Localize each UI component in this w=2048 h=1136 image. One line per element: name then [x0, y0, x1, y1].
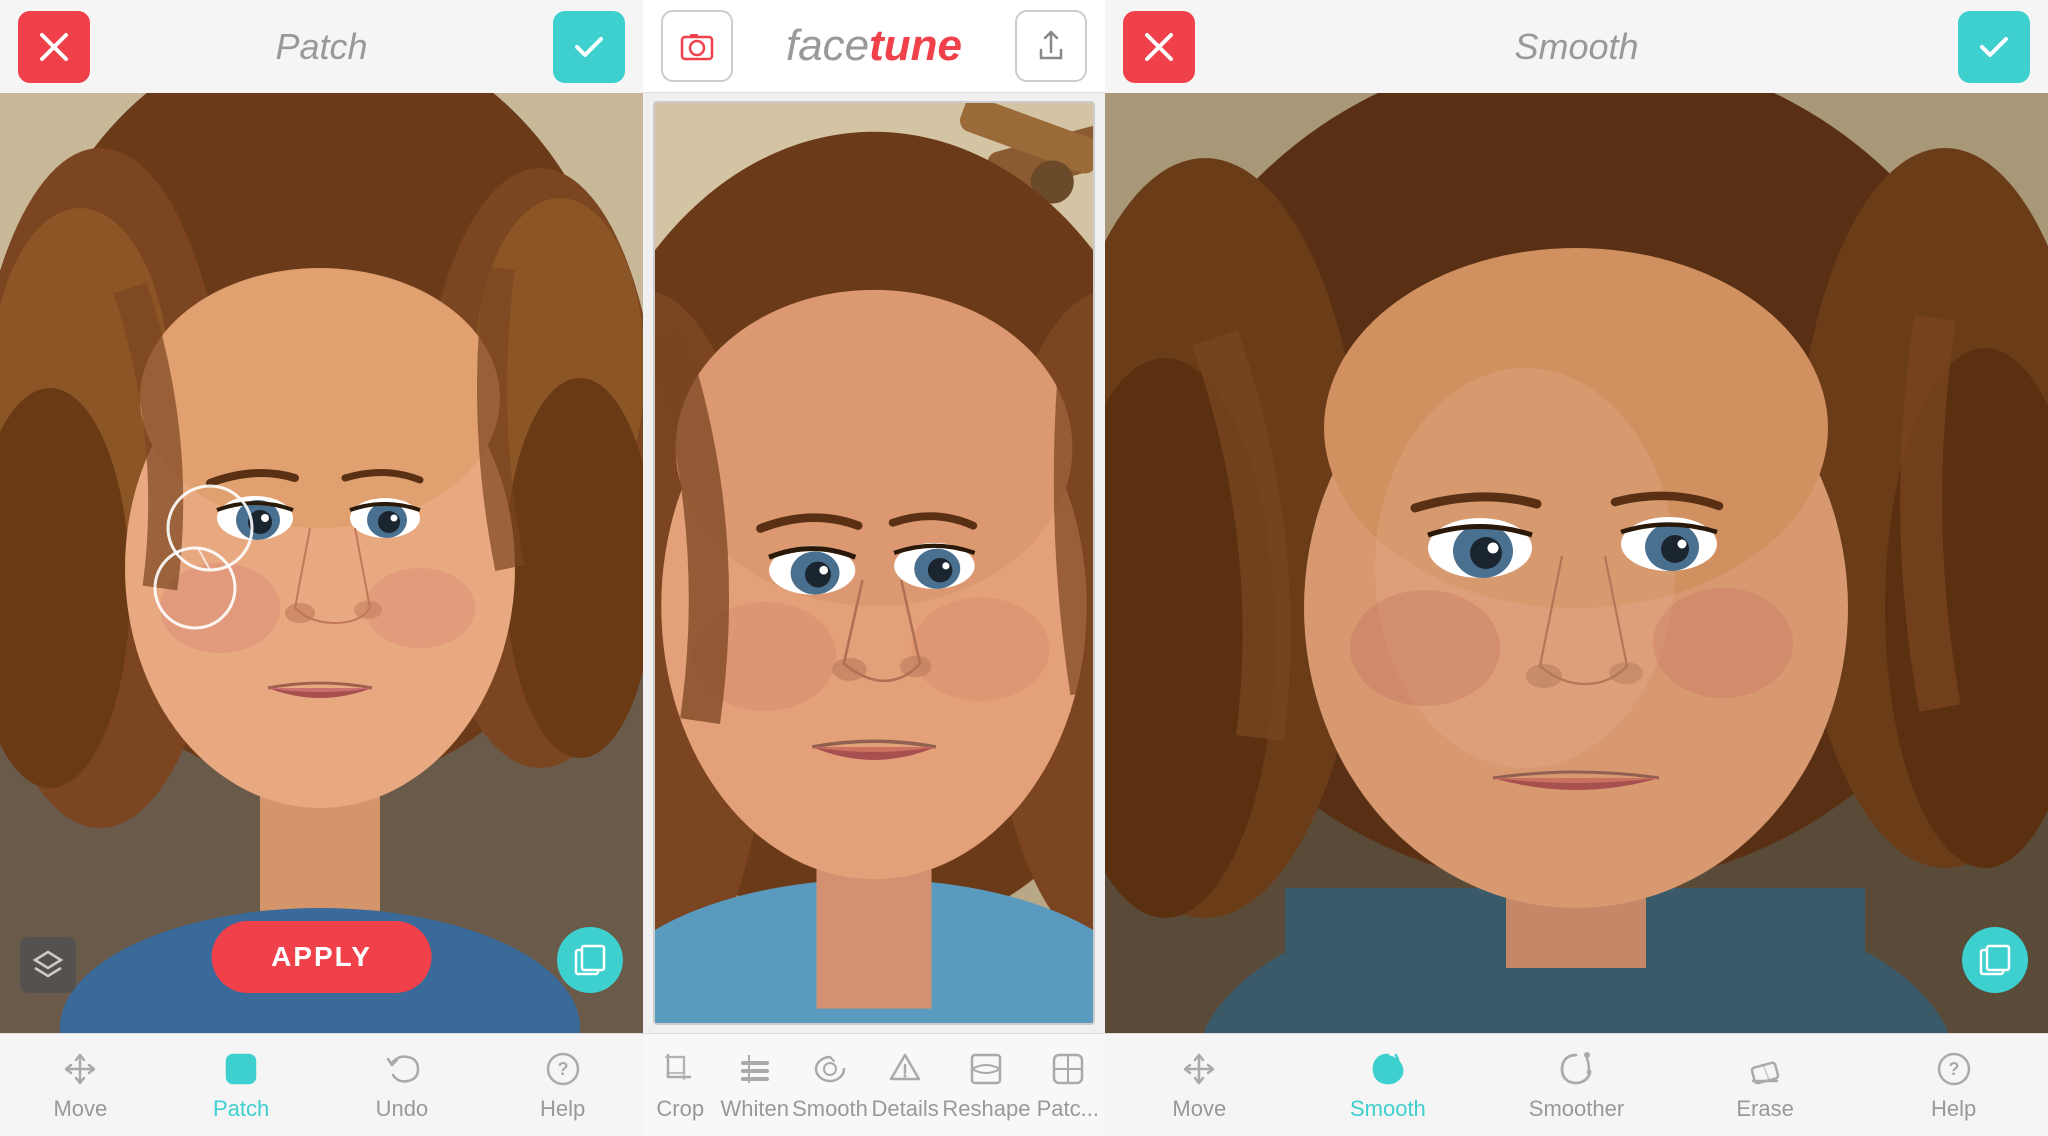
toolbar-left: Move Patch Undo — [0, 1033, 643, 1136]
move-icon — [59, 1048, 101, 1090]
logo-tune: tune — [869, 21, 962, 71]
confirm-button-left[interactable] — [553, 11, 625, 83]
tool-details-mid[interactable]: Details — [868, 1034, 943, 1136]
whiten-icon — [734, 1048, 776, 1090]
patch-icon — [220, 1048, 262, 1090]
crop-icon — [659, 1048, 701, 1090]
tool-label-patch-left: Patch — [213, 1096, 269, 1122]
tool-label-patch-mid: Patc... — [1037, 1096, 1099, 1122]
panel-mid: facetune — [643, 0, 1105, 1136]
tool-smooth-mid[interactable]: Smooth — [792, 1034, 868, 1136]
smoother-icon — [1555, 1048, 1597, 1090]
tool-label-crop: Crop — [656, 1096, 704, 1122]
tool-label-move-right: Move — [1172, 1096, 1226, 1122]
tool-patch-left[interactable]: Patch — [161, 1034, 322, 1136]
topbar-mid: facetune — [643, 0, 1105, 93]
camera-button[interactable] — [661, 10, 733, 82]
toolbar-right: Move Smooth Smoother — [1105, 1033, 2048, 1136]
tool-label-help-left: Help — [540, 1096, 585, 1122]
tool-label-smooth-mid: Smooth — [792, 1096, 868, 1122]
move-icon-right — [1178, 1048, 1220, 1090]
tool-label-smooth-right: Smooth — [1350, 1096, 1426, 1122]
logo: facetune — [786, 21, 962, 71]
svg-text:?: ? — [1948, 1059, 1959, 1079]
image-area-left[interactable]: APPLY — [0, 93, 643, 1033]
help-icon-left: ? — [542, 1048, 584, 1090]
tool-move-right[interactable]: Move — [1105, 1034, 1294, 1136]
svg-text:?: ? — [557, 1059, 568, 1079]
tool-move-left[interactable]: Move — [0, 1034, 161, 1136]
copy-icon-button-left[interactable] — [557, 927, 623, 993]
toolbar-mid: Crop Whiten Smo — [643, 1033, 1105, 1136]
patch-icon-mid — [1047, 1048, 1089, 1090]
tool-label-reshape: Reshape — [942, 1096, 1030, 1122]
tool-label-help-right: Help — [1931, 1096, 1976, 1122]
tool-patch-mid[interactable]: Patc... — [1031, 1034, 1106, 1136]
layers-icon-button[interactable] — [20, 937, 76, 993]
topbar-left: Patch — [0, 0, 643, 93]
undo-icon — [381, 1048, 423, 1090]
panel-smooth: Smooth — [1105, 0, 2048, 1136]
help-icon-right: ? — [1933, 1048, 1975, 1090]
tool-reshape-mid[interactable]: Reshape — [942, 1034, 1030, 1136]
copy-icon-button-right[interactable] — [1962, 927, 2028, 993]
logo-face: face — [786, 21, 869, 71]
tool-crop-mid[interactable]: Crop — [643, 1034, 718, 1136]
tool-undo-left[interactable]: Undo — [322, 1034, 483, 1136]
tool-label-details: Details — [872, 1096, 939, 1122]
tool-label-move-left: Move — [53, 1096, 107, 1122]
tool-label-undo-left: Undo — [376, 1096, 429, 1122]
confirm-button-right[interactable] — [1958, 11, 2030, 83]
close-button-right[interactable] — [1123, 11, 1195, 83]
topbar-right: Smooth — [1105, 0, 2048, 93]
tool-label-whiten: Whiten — [721, 1096, 789, 1122]
tool-whiten-mid[interactable]: Whiten — [718, 1034, 793, 1136]
share-button[interactable] — [1015, 10, 1087, 82]
reshape-icon — [965, 1048, 1007, 1090]
panel-title-right: Smooth — [1514, 26, 1638, 68]
tool-label-erase: Erase — [1736, 1096, 1793, 1122]
tool-help-right[interactable]: ? Help — [1859, 1034, 2048, 1136]
tool-smooth-right[interactable]: Smooth — [1294, 1034, 1483, 1136]
erase-icon — [1744, 1048, 1786, 1090]
tool-smoother-right[interactable]: Smoother — [1482, 1034, 1671, 1136]
details-icon — [884, 1048, 926, 1090]
smooth-icon-right — [1367, 1048, 1409, 1090]
apply-button[interactable]: APPLY — [211, 921, 432, 993]
image-area-right[interactable] — [1105, 93, 2048, 1033]
panel-patch: Patch — [0, 0, 643, 1136]
tool-label-smoother: Smoother — [1529, 1096, 1624, 1122]
panel-title-left: Patch — [275, 26, 367, 68]
smooth-icon — [809, 1048, 851, 1090]
close-button-left[interactable] — [18, 11, 90, 83]
image-area-mid[interactable] — [653, 101, 1095, 1025]
tool-help-left[interactable]: ? Help — [482, 1034, 643, 1136]
tool-erase-right[interactable]: Erase — [1671, 1034, 1860, 1136]
